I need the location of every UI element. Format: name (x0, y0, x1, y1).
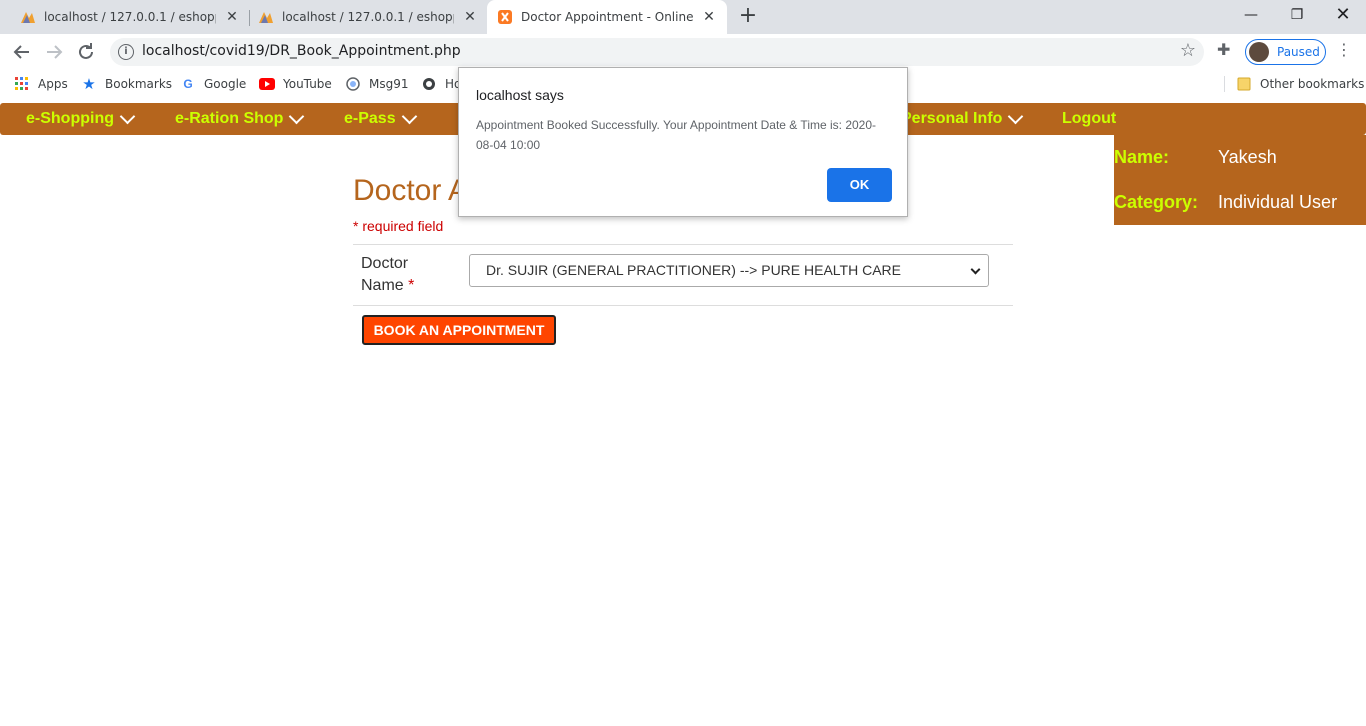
back-button[interactable] (10, 40, 34, 64)
nav-e-pass[interactable]: e-Pass (344, 108, 417, 128)
bookmark-youtube[interactable]: YouTube (259, 76, 332, 92)
forward-button[interactable] (42, 40, 66, 64)
user-category-value: Individual User (1218, 192, 1338, 212)
nav-logout[interactable]: Logout (1062, 110, 1116, 128)
bookmark-msg91[interactable]: Msg91 (345, 76, 409, 92)
tab-title: localhost / 127.0.0.1 / eshopping (282, 10, 454, 24)
globe-icon (421, 76, 437, 92)
reload-button[interactable] (74, 40, 98, 64)
nav-label: e-Pass (344, 110, 396, 127)
url-text: localhost/covid19/DR_Book_Appointment.ph… (142, 43, 461, 59)
nav-label: Logout (1062, 110, 1117, 127)
more-menu-icon[interactable]: ⋮ (1336, 40, 1352, 59)
nav-e-shopping[interactable]: e-Shopping (26, 108, 136, 128)
close-icon[interactable]: ✕ (462, 9, 478, 25)
doctor-name-label: Doctor Name * (361, 253, 431, 297)
nav-personal-info[interactable]: Personal Info (901, 108, 1024, 128)
bookmark-label: YouTube (283, 77, 332, 91)
bookmark-google[interactable]: G Google (180, 76, 246, 92)
book-appointment-button[interactable]: BOOK AN APPOINTMENT (362, 315, 556, 345)
chevron-down-icon (970, 264, 981, 275)
bookmark-star-icon[interactable]: ☆ (1180, 40, 1196, 61)
bookmark-label: Apps (38, 77, 68, 91)
phpmyadmin-icon (259, 12, 273, 23)
bookmark-label: Google (204, 77, 247, 91)
star-icon: ★ (82, 75, 96, 93)
nav-e-ration-shop[interactable]: e-Ration Shop (175, 108, 305, 128)
new-tab-button[interactable]: + (736, 5, 760, 29)
required-field-note: * required field (353, 218, 444, 234)
forward-arrow-icon (47, 45, 63, 59)
youtube-icon (259, 76, 275, 92)
chevron-down-icon (289, 108, 305, 124)
divider (353, 244, 1013, 245)
minimize-button[interactable]: — (1228, 4, 1274, 26)
browser-tab-3[interactable]: Doctor Appointment - Online Bo ✕ (487, 0, 727, 34)
doctor-select[interactable]: Dr. SUJIR (GENERAL PRACTITIONER) --> PUR… (469, 254, 989, 287)
nav-label: e-Shopping (26, 110, 114, 127)
phpmyadmin-icon (21, 12, 35, 23)
chevron-down-icon (1008, 108, 1024, 124)
avatar (1249, 42, 1269, 62)
profile-button[interactable]: Paused (1245, 39, 1326, 65)
alert-dialog: localhost says Appointment Booked Succes… (458, 67, 908, 217)
page-title: Doctor A (353, 174, 469, 207)
xampp-icon (498, 10, 512, 24)
bookmark-ho[interactable]: Ho (421, 76, 461, 92)
nav-label: Personal Info (901, 110, 1003, 127)
browser-tab-strip: localhost / 127.0.0.1 / eshopping ✕ loca… (0, 0, 1366, 34)
window-close-button[interactable]: ✕ (1320, 4, 1366, 26)
user-name-value: Yakesh (1218, 147, 1277, 167)
folder-icon (1236, 76, 1252, 92)
extensions-puzzle-icon[interactable]: ✚ (1217, 40, 1230, 59)
required-mark: * (408, 277, 415, 294)
profile-status: Paused (1277, 45, 1320, 59)
chevron-down-icon (119, 108, 136, 124)
google-icon: G (183, 77, 193, 91)
restore-button[interactable]: ❐ (1274, 4, 1320, 26)
bookmark-other[interactable]: Other bookmarks (1236, 76, 1364, 92)
ok-button[interactable]: OK (827, 168, 892, 202)
user-info-panel: Name: Yakesh Category: Individual User (1114, 135, 1366, 225)
back-arrow-icon (13, 45, 29, 59)
globe-icon (345, 76, 361, 92)
doctor-label-text: Doctor Name (361, 255, 409, 294)
browser-toolbar: i localhost/covid19/DR_Book_Appointment.… (0, 34, 1366, 70)
user-category-label: Category: (1114, 192, 1199, 212)
browser-tab-1[interactable]: localhost / 127.0.0.1 / eshopping ✕ (0, 0, 250, 34)
address-bar[interactable]: i localhost/covid19/DR_Book_Appointment.… (110, 38, 1204, 66)
bookmark-label: Msg91 (369, 77, 409, 91)
bookmark-bookmarks[interactable]: ★ Bookmarks (81, 75, 173, 93)
divider (353, 305, 1013, 306)
chevron-down-icon (401, 108, 417, 124)
dialog-title: localhost says (476, 87, 564, 103)
reload-icon (79, 43, 93, 59)
tab-title: localhost / 127.0.0.1 / eshopping (44, 10, 216, 24)
bookmarks-divider (1224, 76, 1225, 92)
bookmark-label: Other bookmarks (1260, 77, 1365, 91)
nav-label: e-Ration Shop (175, 110, 284, 127)
apps-grid-icon (14, 76, 30, 92)
bookmark-apps[interactable]: Apps (14, 76, 68, 92)
bookmark-label: Bookmarks (105, 77, 173, 91)
tab-title: Doctor Appointment - Online Bo (521, 10, 697, 24)
doctor-selected-value: Dr. SUJIR (GENERAL PRACTITIONER) --> PUR… (486, 262, 901, 278)
user-name-label: Name: (1114, 147, 1170, 167)
browser-tab-2[interactable]: localhost / 127.0.0.1 / eshopping ✕ (238, 0, 488, 34)
info-icon[interactable]: i (118, 44, 134, 60)
close-icon[interactable]: ✕ (701, 9, 717, 25)
dialog-message: Appointment Booked Successfully. Your Ap… (476, 118, 877, 152)
